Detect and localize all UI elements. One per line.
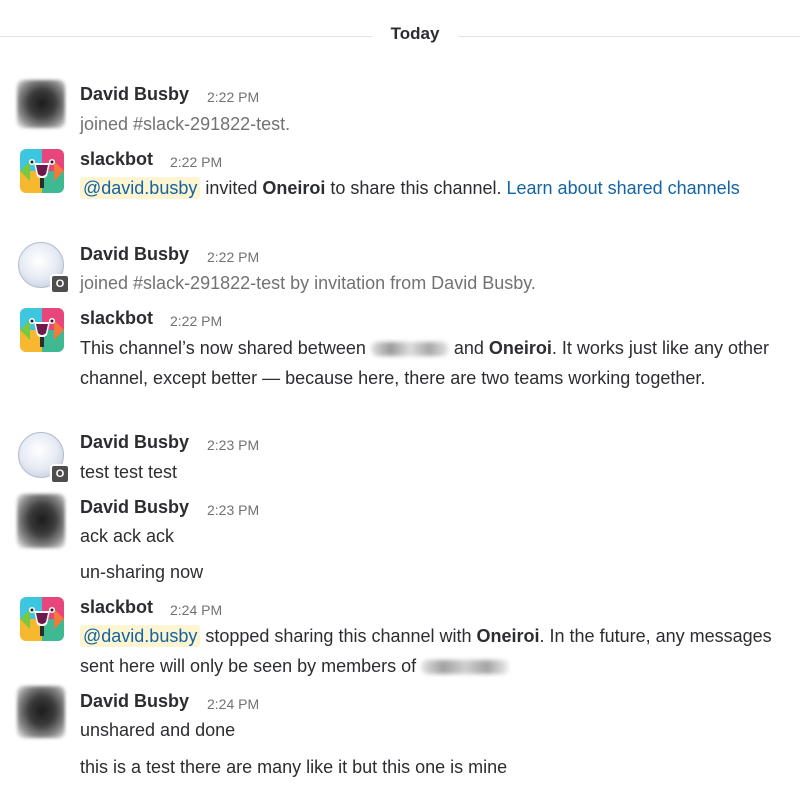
- slackbot-avatar-icon[interactable]: [20, 149, 64, 193]
- guest-badge: O: [50, 464, 70, 484]
- divider-line-right: [458, 36, 800, 37]
- divider-line-left: [0, 36, 372, 37]
- message-timestamp[interactable]: 2:23 PM: [207, 437, 259, 453]
- guest-user-icon[interactable]: O: [18, 242, 70, 294]
- guest-badge: O: [50, 274, 70, 294]
- user-avatar[interactable]: [17, 686, 65, 738]
- message-timestamp[interactable]: 2:22 PM: [170, 313, 222, 329]
- message-text: This channel’s now shared between and On…: [80, 333, 792, 393]
- message-timestamp[interactable]: 2:22 PM: [170, 154, 222, 170]
- message-timestamp[interactable]: 2:23 PM: [207, 502, 259, 518]
- user-mention[interactable]: @david.busby: [80, 177, 201, 199]
- redacted-team-name: [370, 342, 449, 357]
- message-author[interactable]: slackbot: [80, 308, 153, 329]
- message-text: unshared and done: [80, 720, 236, 740]
- message-timestamp[interactable]: 2:24 PM: [170, 602, 222, 618]
- date-divider-label[interactable]: Today: [372, 24, 458, 44]
- message-author[interactable]: David Busby: [80, 84, 189, 105]
- message-timestamp[interactable]: 2:22 PM: [207, 249, 259, 265]
- team-name: Oneiroi: [488, 338, 552, 358]
- message-text: @david.busby stopped sharing this channe…: [80, 621, 792, 681]
- shared-channels-link[interactable]: Learn about shared channels: [507, 178, 740, 198]
- message-author[interactable]: slackbot: [80, 149, 153, 170]
- message-text-part: and: [448, 338, 489, 358]
- message-text: joined #slack-291822-test by invitation …: [80, 273, 536, 293]
- slackbot-avatar-icon[interactable]: [20, 308, 64, 352]
- message-author[interactable]: David Busby: [80, 497, 189, 518]
- team-name: Oneiroi: [262, 178, 326, 198]
- message-author[interactable]: slackbot: [80, 597, 153, 618]
- guest-user-icon[interactable]: O: [18, 432, 70, 484]
- message-text-part: to share this channel.: [325, 178, 507, 198]
- message-timestamp[interactable]: 2:22 PM: [207, 89, 259, 105]
- message-text-part: invited: [200, 178, 263, 198]
- message-text: joined #slack-291822-test.: [80, 114, 291, 134]
- user-mention[interactable]: @david.busby: [80, 625, 201, 647]
- message-text: @david.busby invited Oneiroi to share th…: [80, 173, 792, 203]
- user-avatar[interactable]: [17, 494, 65, 548]
- message-text-part: stopped sharing this channel with: [200, 626, 477, 646]
- date-divider: Today: [0, 20, 800, 52]
- message-author[interactable]: David Busby: [80, 691, 189, 712]
- team-name: Oneiroi: [476, 626, 540, 646]
- message-text: un-sharing now: [80, 562, 204, 582]
- message-text: ack ack ack: [80, 526, 175, 546]
- message-timestamp[interactable]: 2:24 PM: [207, 696, 259, 712]
- message-text-part: This channel’s now shared between: [80, 338, 371, 358]
- redacted-team-name: [421, 660, 510, 675]
- message-author[interactable]: David Busby: [80, 432, 189, 453]
- message-author[interactable]: David Busby: [80, 244, 189, 265]
- message-text: this is a test there are many like it bu…: [80, 757, 508, 777]
- user-avatar[interactable]: [17, 80, 65, 128]
- message-text: test test test: [80, 462, 178, 482]
- slackbot-avatar-icon[interactable]: [20, 597, 64, 641]
